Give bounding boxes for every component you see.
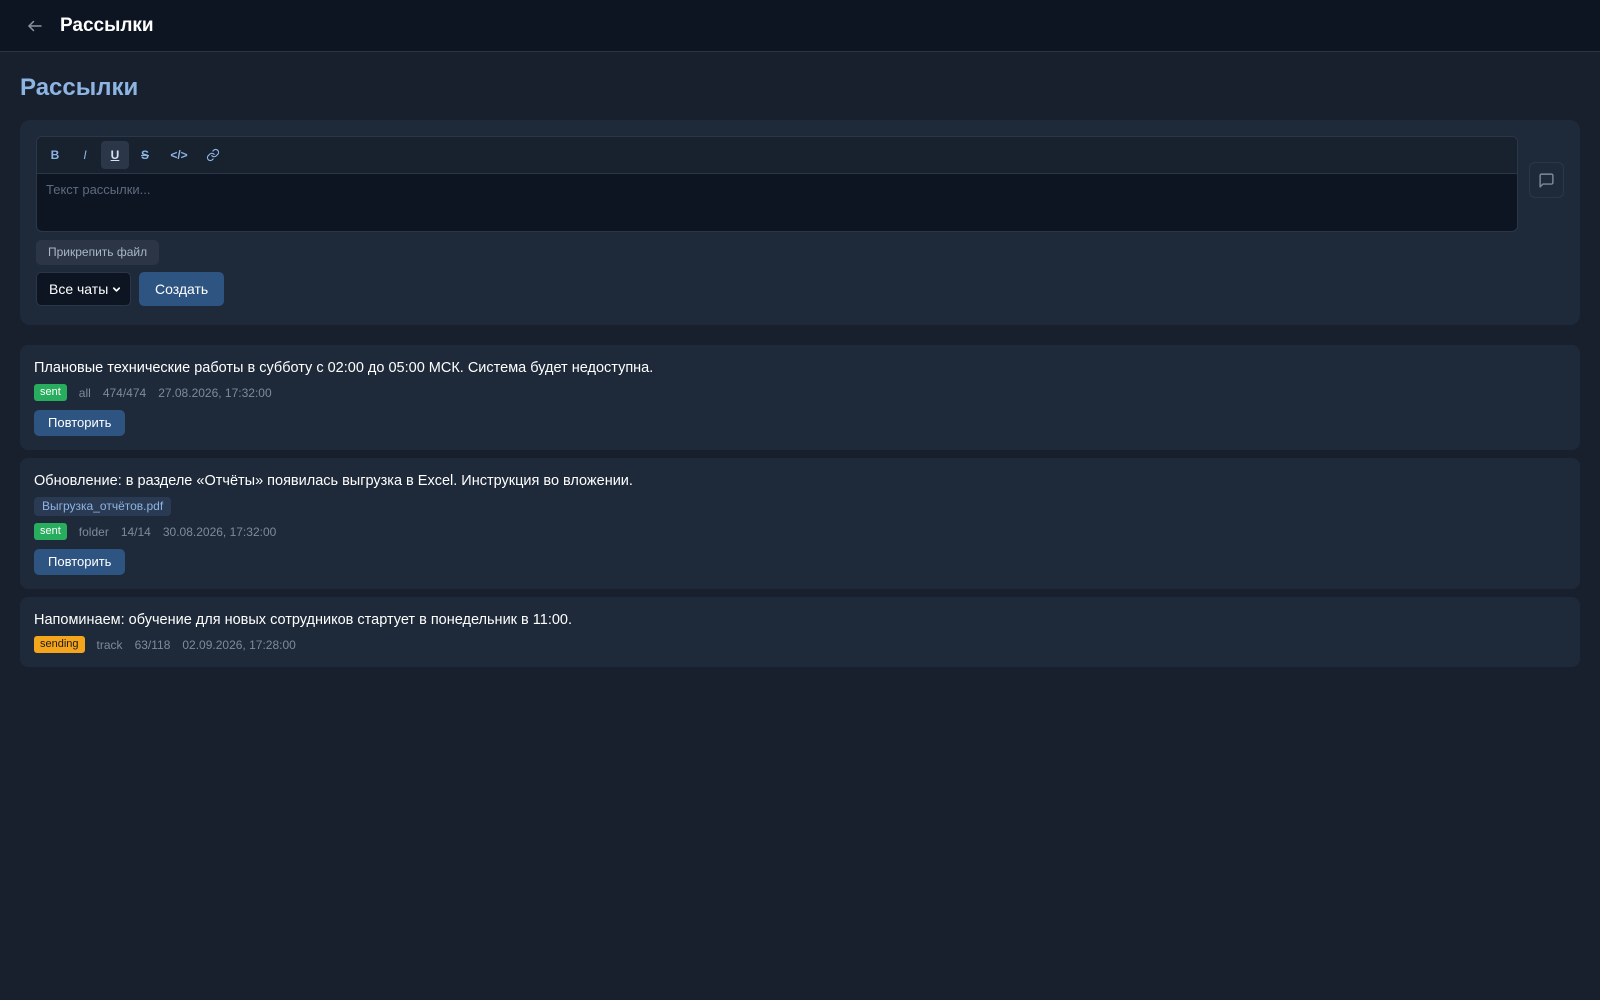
composer-controls: Все чаты Создать [36,272,1564,306]
status-badge: sent [34,384,67,401]
broadcast-text: Плановые технические работы в субботу с … [34,360,654,376]
message-square-icon [1539,172,1554,188]
link-button[interactable] [199,141,227,169]
repeat-button[interactable]: Повторить [34,410,126,436]
broadcast-card: Плановые технические работы в субботу с … [20,345,1580,450]
status-badge: sent [34,523,67,540]
attach-file-button[interactable]: Прикрепить файл [36,240,160,265]
broadcast-text: Обновление: в разделе «Отчёты» появилась… [34,473,633,489]
broadcast-card: Обновление: в разделе «Отчёты» появилась… [20,458,1580,589]
broadcast-progress: 474/474 [102,385,147,400]
target-select[interactable]: Все чаты [36,272,131,306]
broadcast-card: Напоминаем: обучение для новых сотрудник… [20,597,1580,667]
broadcast-list: Плановые технические работы в субботу с … [20,345,1580,667]
broadcast-text: Напоминаем: обучение для новых сотрудник… [34,612,573,628]
status-badge: sending [34,636,85,653]
top-bar: Рассылки [0,0,1600,52]
topbar-title: Рассылки [60,14,154,36]
back-button[interactable] [24,15,46,37]
broadcast-progress: 14/14 [120,524,151,539]
broadcast-target: all [78,385,91,400]
broadcast-meta: sending track 63/118 02.09.2026, 17:28:0… [34,636,1566,653]
create-button[interactable]: Создать [139,272,225,306]
broadcast-date: 27.08.2026, 17:32:00 [158,385,272,400]
strikethrough-button[interactable]: S [131,141,159,169]
broadcast-meta: sent folder 14/14 30.08.2026, 17:32:00 [34,523,1566,540]
rich-text-editor: B I U S </> Текст рассылки... [36,136,1518,232]
broadcast-progress: 63/118 [134,637,171,652]
broadcast-target: track [96,637,123,652]
broadcast-date: 02.09.2026, 17:28:00 [182,637,296,652]
chevron-down-icon [112,286,121,292]
message-textarea[interactable]: Текст рассылки... [37,174,1517,231]
code-button[interactable]: </> [161,141,197,169]
main-content: Рассылки B I U S </> Текст рассылки... П… [0,52,1600,667]
broadcast-composer: B I U S </> Текст рассылки... Прикрепить… [20,120,1580,325]
editor-toolbar: B I U S </> [37,137,1517,174]
arrow-left-icon [28,20,42,31]
underline-button[interactable]: U [101,141,129,169]
target-select-value: Все чаты [49,281,109,297]
attachment-chip[interactable]: Выгрузка_отчётов.pdf [34,497,172,516]
bold-button[interactable]: B [41,141,69,169]
broadcast-target: folder [78,524,109,539]
broadcast-date: 30.08.2026, 17:32:00 [162,524,277,539]
italic-button[interactable]: I [71,141,99,169]
link-icon [206,148,220,162]
repeat-button[interactable]: Повторить [34,549,126,575]
broadcast-meta: sent all 474/474 27.08.2026, 17:32:00 [34,384,1566,401]
chat-preview-button[interactable] [1529,162,1564,198]
page-title: Рассылки [20,74,139,101]
